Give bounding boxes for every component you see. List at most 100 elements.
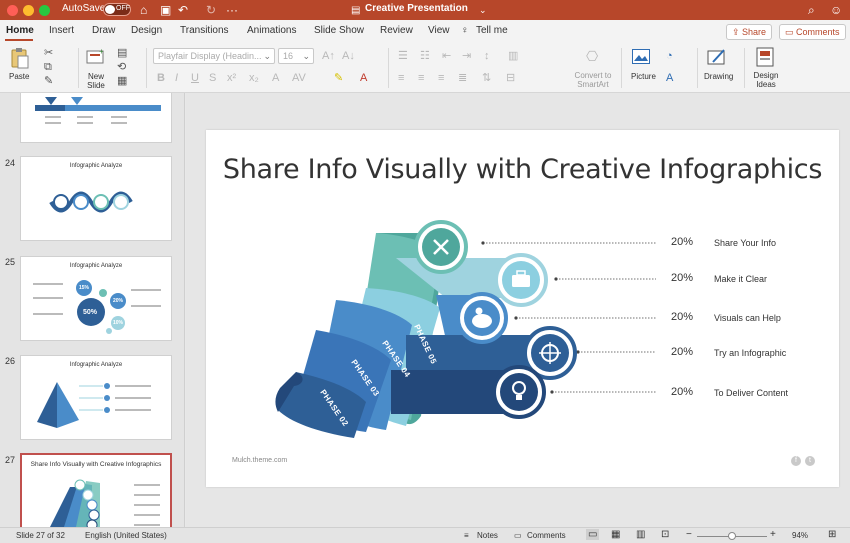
slide-thumbnails-pane[interactable]: 24 Infographic Analyze 25 Infographic An… (0, 93, 185, 527)
underline-icon[interactable]: U (191, 72, 199, 84)
align-left-icon[interactable]: ≡ (398, 72, 404, 84)
language-indicator[interactable]: English (United States) (85, 531, 167, 540)
shrink-font-icon[interactable]: A↓ (342, 50, 355, 62)
bullets-icon[interactable]: ☰ (398, 50, 408, 62)
zoom-in-icon[interactable]: + (770, 529, 776, 540)
zoom-level[interactable]: 94% (792, 531, 808, 540)
zoom-slider-handle[interactable] (728, 532, 736, 540)
lightbulb-icon: ♀ (461, 25, 469, 36)
current-slide[interactable]: Share Info Visually with Creative Infogr… (206, 130, 839, 487)
design-ideas-icon[interactable] (756, 47, 774, 67)
autosave-toggle[interactable]: OFF (103, 3, 131, 16)
align-text-icon[interactable]: ⊟ (506, 72, 515, 84)
home-icon[interactable]: ⌂ (140, 2, 147, 18)
layout-icon[interactable]: ▤ (117, 47, 127, 59)
columns-icon[interactable]: ▥ (508, 50, 518, 62)
thumbnail-graphic (49, 191, 133, 213)
slide-thumbnail[interactable]: Infographic Analyze (20, 355, 172, 440)
decrease-indent-icon[interactable]: ⇤ (442, 50, 451, 62)
bold-icon[interactable]: B (157, 72, 165, 84)
item-label: Share Your Info (714, 238, 777, 248)
shapes-icon[interactable]: ◔ (666, 50, 673, 62)
section-icon[interactable]: ▦ (117, 75, 127, 87)
picture-icon[interactable] (632, 49, 650, 64)
active-tab-indicator (5, 39, 33, 41)
tab-design[interactable]: Design (131, 25, 162, 36)
fit-to-window-icon[interactable]: ⊞ (828, 529, 836, 540)
reading-view-icon[interactable]: ▥ (636, 529, 645, 540)
drawing-icon[interactable] (707, 48, 727, 66)
item-label: Make it Clear (714, 274, 768, 284)
strikethrough-icon[interactable]: S (209, 72, 216, 84)
align-center-icon[interactable]: ≡ (418, 72, 424, 84)
more-icon[interactable]: ··· (226, 2, 238, 18)
new-slide-icon[interactable]: + (86, 48, 106, 66)
tab-home[interactable]: Home (6, 25, 34, 36)
tab-slide-show[interactable]: Slide Show (314, 25, 364, 36)
tab-review[interactable]: Review (380, 25, 413, 36)
thumbnail-graphic (33, 280, 161, 334)
comments-button[interactable]: ▭ Comments (779, 24, 846, 40)
tab-draw[interactable]: Draw (92, 25, 115, 36)
format-painter-icon[interactable]: ✎ (44, 75, 53, 87)
zoom-window-button[interactable] (39, 5, 50, 16)
cut-icon[interactable]: ✂ (44, 47, 53, 59)
paste-icon[interactable] (10, 47, 30, 69)
font-color-icon[interactable]: A (360, 72, 367, 84)
normal-view-icon[interactable]: ▭ (586, 529, 600, 540)
thumbnail-stat: 20% (113, 298, 124, 304)
shadow-icon[interactable]: A (272, 72, 279, 84)
search-icon[interactable]: ⌕ (808, 2, 815, 18)
tab-animations[interactable]: Animations (247, 25, 296, 36)
tab-view[interactable]: View (428, 25, 450, 36)
new-slide-label: New Slide (87, 72, 105, 90)
grow-font-icon[interactable]: A↑ (322, 50, 335, 62)
thumbnail-stat: 50% (83, 309, 98, 316)
line-spacing-icon[interactable]: ↕ (484, 50, 490, 62)
increase-indent-icon[interactable]: ⇥ (462, 50, 471, 62)
align-right-icon[interactable]: ≡ (438, 72, 444, 84)
slide-sorter-icon[interactable]: ▦ (611, 529, 620, 540)
minimize-window-button[interactable] (23, 5, 34, 16)
justify-icon[interactable]: ≣ (458, 72, 467, 84)
char-spacing-icon[interactable]: AV (292, 72, 306, 84)
ribbon-toolbar: Paste ✂ ⧉ ✎ + New Slide ▤ ⟲ ▦ Playfair D… (0, 42, 850, 93)
save-icon[interactable]: ▣ (160, 2, 171, 18)
chevron-down-icon[interactable]: ⌄ (479, 2, 487, 18)
tab-transitions[interactable]: Transitions (180, 25, 229, 36)
textbox-icon[interactable]: A (666, 72, 673, 84)
svg-text:+: + (99, 48, 104, 56)
slideshow-icon[interactable]: ⊡ (661, 529, 669, 540)
font-name-select[interactable]: Playfair Display (Headin... ⌄ (153, 48, 275, 64)
zoom-out-icon[interactable]: − (686, 529, 692, 540)
account-icon[interactable]: ☺ (830, 2, 842, 18)
reset-icon[interactable]: ⟲ (117, 61, 126, 73)
slide-thumbnail[interactable] (20, 93, 172, 143)
tell-me-search[interactable]: Tell me (476, 25, 508, 36)
convert-smartart-label[interactable]: Convert to SmartArt (568, 71, 618, 89)
infographic-graphic[interactable]: PHASE 01 PHASE 02 PHASE 03 PHASE 04 PHAS… (206, 130, 839, 487)
smartart-icon[interactable]: ⎔ (586, 49, 598, 63)
superscript-icon[interactable]: x² (227, 72, 236, 84)
slide-thumbnail[interactable]: Infographic Analyze (20, 156, 172, 241)
facebook-icon: f (791, 456, 801, 466)
italic-icon[interactable]: I (175, 72, 178, 84)
slide-number: 26 (5, 356, 16, 366)
share-button[interactable]: ⇪ Share (726, 24, 772, 40)
copy-icon[interactable]: ⧉ (44, 61, 52, 73)
highlight-icon[interactable]: ✎ (334, 72, 343, 84)
comments-status-button[interactable]: Comments (527, 531, 566, 540)
slide-thumbnail-selected[interactable]: Share Info Visually with Creative Infogr… (20, 453, 172, 527)
notes-button[interactable]: Notes (477, 531, 498, 540)
tab-insert[interactable]: Insert (49, 25, 74, 36)
design-ideas-label[interactable]: Design Ideas (749, 71, 783, 89)
slide-thumbnail[interactable]: Infographic Analyze 15% 20% 50% 10% (20, 256, 172, 341)
close-window-button[interactable] (7, 5, 18, 16)
subscript-icon[interactable]: x₂ (249, 72, 259, 84)
numbering-icon[interactable]: ☷ (420, 50, 430, 62)
item-percent: 20% (671, 386, 694, 398)
redo-icon[interactable]: ↻ (206, 2, 216, 18)
font-size-select[interactable]: 16 ⌄ (278, 48, 314, 64)
text-direction-icon[interactable]: ⇅ (482, 72, 491, 84)
undo-icon[interactable]: ↶ (178, 2, 188, 18)
